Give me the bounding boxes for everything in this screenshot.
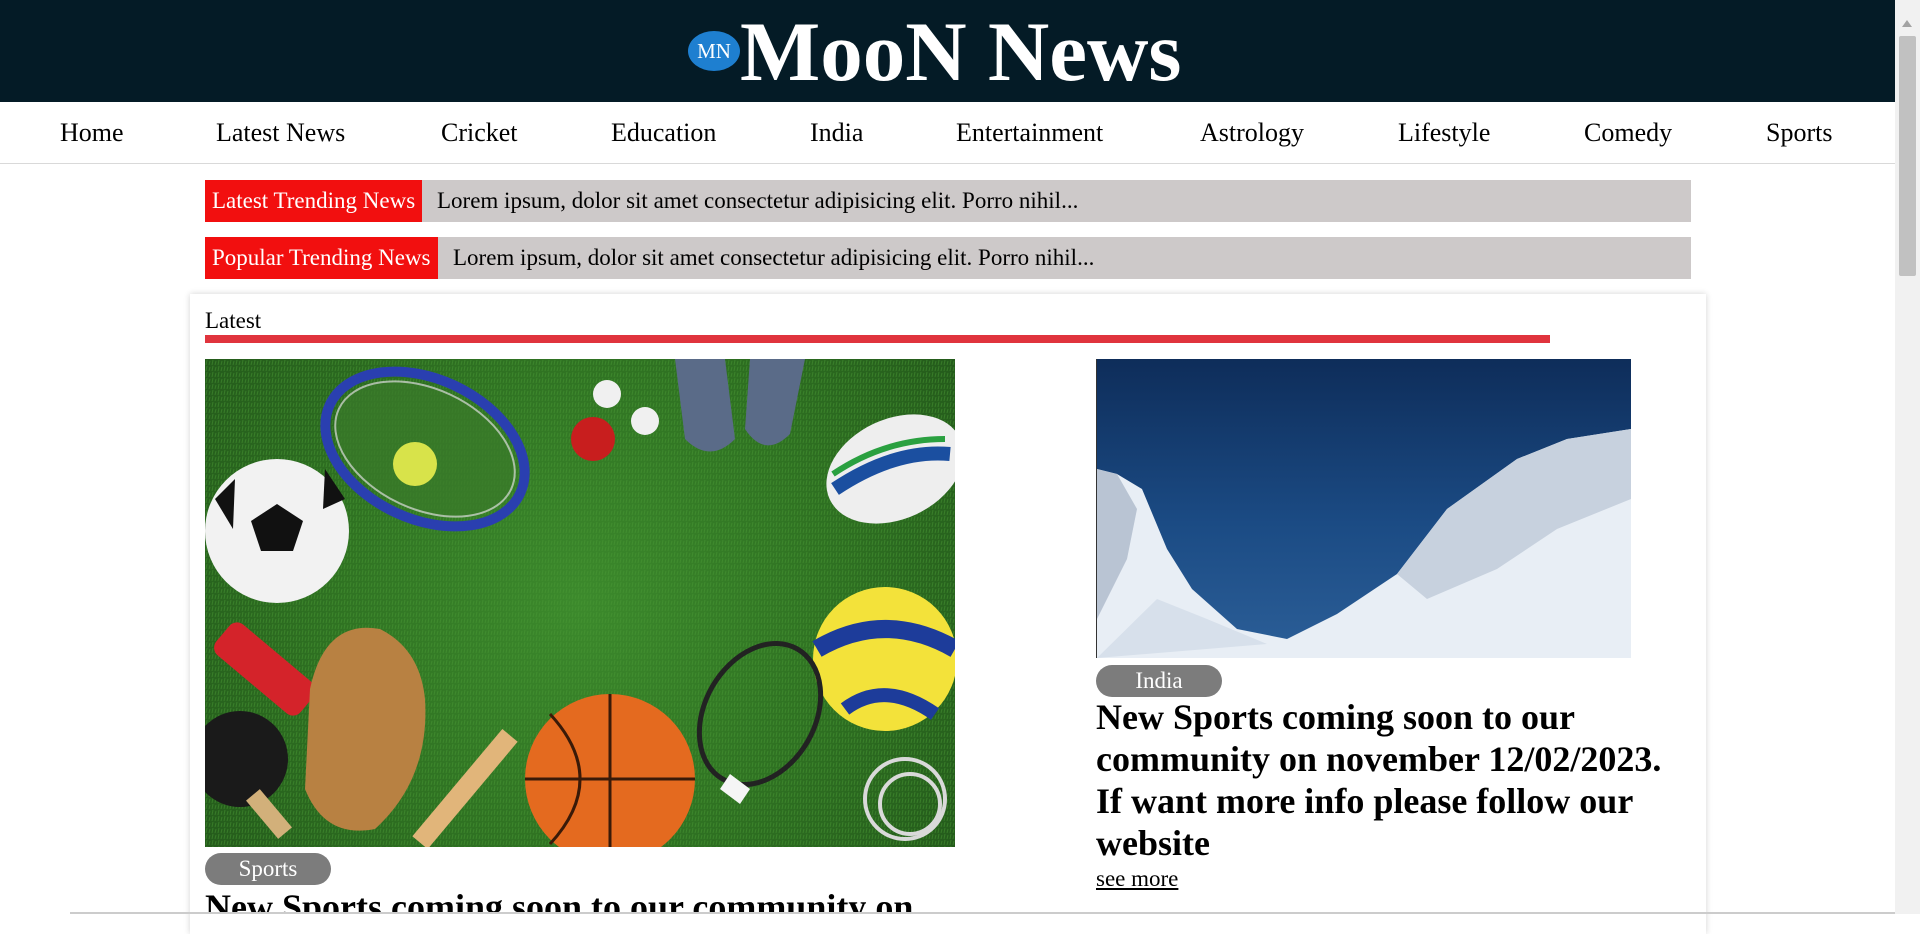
main-nav: Home Latest News Cricket Education India… [0, 102, 1895, 164]
category-tag-india[interactable]: India [1096, 665, 1222, 697]
page-scrollbar[interactable] [1895, 0, 1920, 914]
nav-item-home[interactable]: Home [60, 102, 124, 164]
nav-item-lifestyle[interactable]: Lifestyle [1398, 102, 1490, 164]
popular-trending-ticker: Popular Trending News Lorem ipsum, dolor… [205, 237, 1691, 279]
nav-item-comedy[interactable]: Comedy [1584, 102, 1672, 164]
nav-item-entertainment[interactable]: Entertainment [956, 102, 1103, 164]
site-header: MN MooN News [0, 0, 1895, 102]
ticker-text-popular[interactable]: Lorem ipsum, dolor sit amet consectetur … [453, 237, 1094, 279]
ticker-text-latest[interactable]: Lorem ipsum, dolor sit amet consectetur … [437, 180, 1078, 222]
nav-item-india[interactable]: India [810, 102, 863, 164]
right-article-headline[interactable]: New Sports coming soon to our community … [1096, 696, 1686, 864]
sports-equipment-image[interactable] [205, 359, 955, 847]
mountain-illustration [1097, 429, 1631, 658]
nav-item-sports[interactable]: Sports [1766, 102, 1832, 164]
ticker-tag-latest[interactable]: Latest Trending News [205, 180, 423, 222]
category-tag-sports[interactable]: Sports [205, 853, 331, 885]
mountain-image[interactable] [1096, 359, 1631, 658]
see-more-link[interactable]: see more [1096, 866, 1178, 892]
nav-item-latest-news[interactable]: Latest News [216, 102, 345, 164]
site-title[interactable]: MooN News [740, 6, 1181, 98]
logo-badge[interactable]: MN [688, 31, 740, 71]
section-title: Latest [205, 308, 262, 333]
left-article-headline[interactable]: New Sports coming soon to our community … [205, 886, 1105, 914]
nav-item-cricket[interactable]: Cricket [441, 102, 518, 164]
sports-equipment-illustration [205, 359, 955, 847]
scroll-up-arrow-icon[interactable] [1902, 20, 1912, 27]
nav-item-astrology[interactable]: Astrology [1200, 102, 1304, 164]
latest-trending-ticker: Latest Trending News Lorem ipsum, dolor … [205, 180, 1691, 222]
section-divider [205, 335, 1550, 343]
scrollbar-thumb[interactable] [1899, 36, 1916, 276]
nav-item-education[interactable]: Education [611, 102, 716, 164]
ticker-tag-popular[interactable]: Popular Trending News [205, 237, 438, 279]
